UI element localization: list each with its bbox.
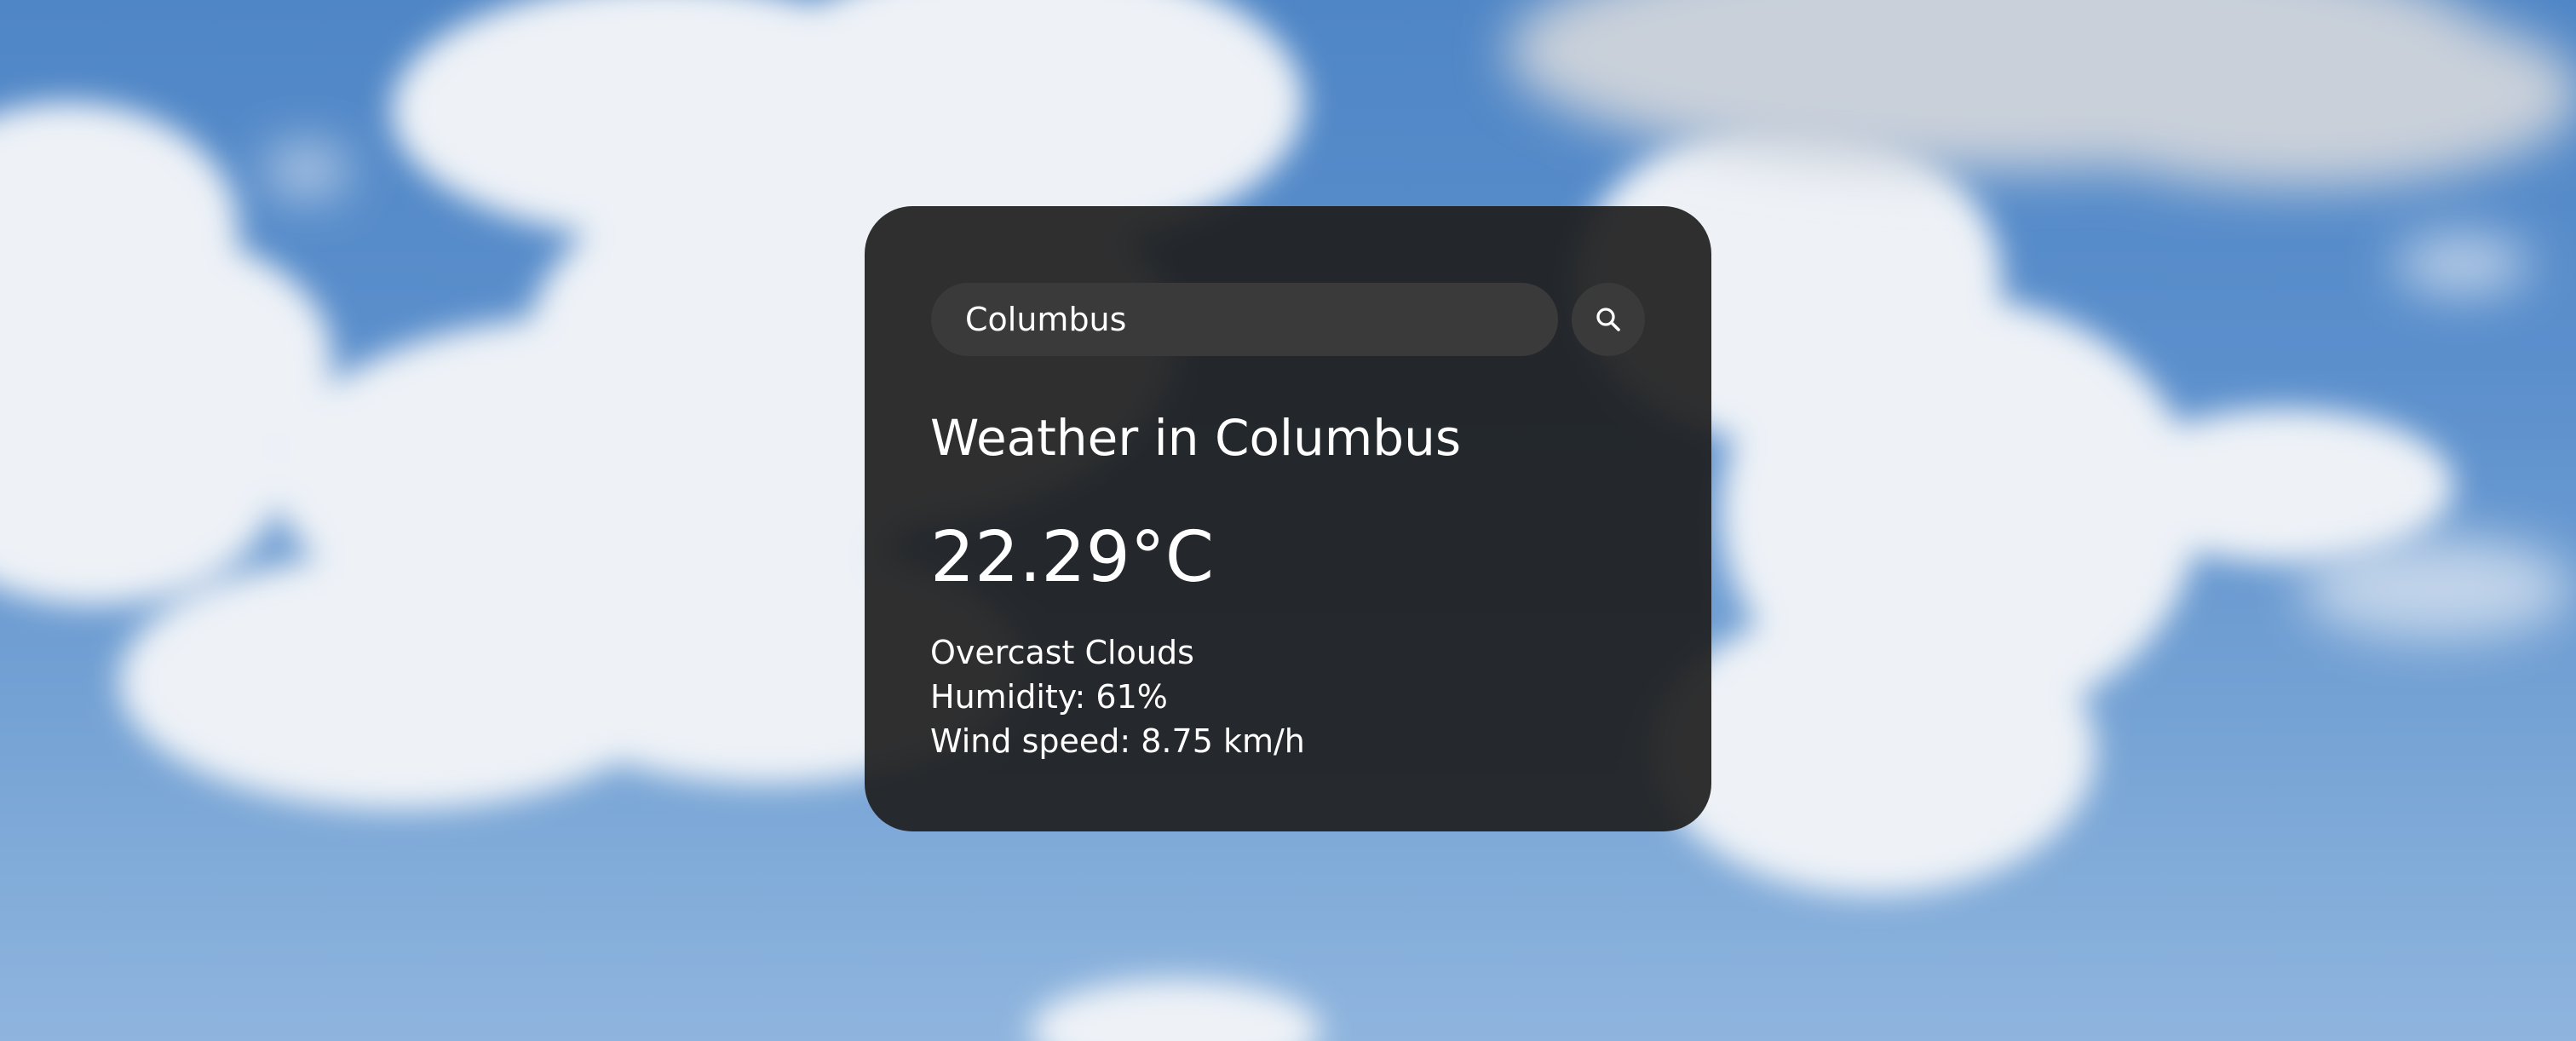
- wind-speed: Wind speed: 8.75 km/h: [930, 722, 1305, 760]
- humidity: Humidity: 61%: [930, 678, 1168, 716]
- weather-title: Weather in Columbus: [930, 409, 1462, 467]
- search-button[interactable]: [1572, 283, 1645, 356]
- weather-description: Overcast Clouds: [930, 634, 1194, 671]
- temperature: 22.29°C: [930, 517, 1215, 598]
- search-input[interactable]: [931, 283, 1558, 356]
- search-bar: [931, 283, 1645, 356]
- weather-card: Weather in Columbus 22.29°C Overcast Clo…: [865, 206, 1711, 831]
- search-icon: [1596, 308, 1620, 331]
